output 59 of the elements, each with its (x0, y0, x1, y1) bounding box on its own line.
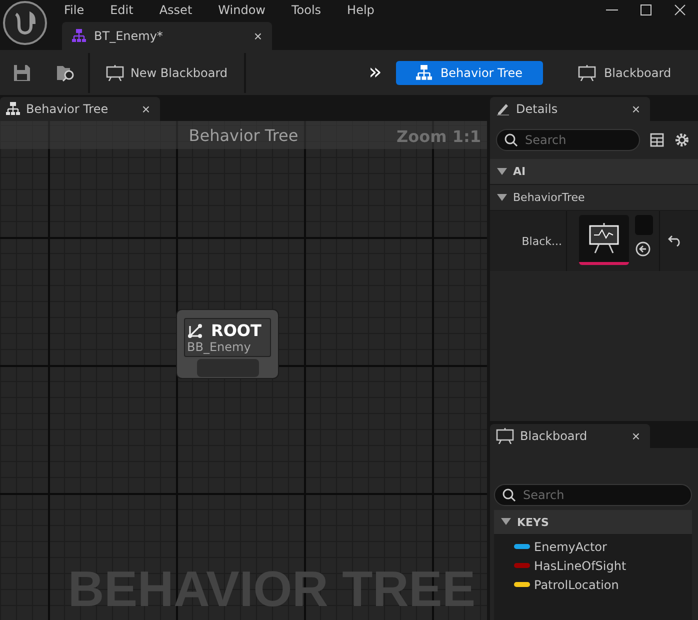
blackboard-search-field[interactable]: Search (494, 484, 692, 506)
close-tab-button[interactable]: × (632, 101, 640, 117)
reset-arrow-icon[interactable] (668, 235, 682, 247)
panel-tab-title[interactable]: Details (516, 102, 558, 116)
panel-tab-title[interactable]: Blackboard (520, 429, 588, 443)
key-name[interactable]: HasLineOfSight (534, 558, 626, 572)
tree-icon (416, 64, 432, 80)
overflow-button[interactable]: » (362, 50, 388, 95)
maximize-icon[interactable] (640, 4, 652, 16)
document-tab-title[interactable]: BT_Enemy* (94, 29, 163, 43)
folder-search-icon (56, 64, 76, 82)
zoom-label: Zoom 1:1 (396, 127, 481, 146)
settings-icon[interactable] (674, 132, 690, 148)
chart-board-icon (587, 222, 621, 254)
expand-arrow-icon (501, 518, 511, 526)
mode-tab[interactable]: Behavior Tree (396, 60, 543, 84)
tree-icon (72, 29, 86, 43)
node-output-slot[interactable] (196, 359, 258, 377)
menu-item[interactable]: Tools (275, 3, 332, 17)
easel-icon (496, 428, 514, 444)
close-tab-button[interactable]: × (142, 101, 150, 117)
graph-canvas[interactable]: Behavior Tree Zoom 1:1 ROOT BB_Enemy BEHAVIOR TREE (0, 121, 487, 620)
menu-item[interactable]: Asset (143, 3, 202, 17)
save-icon (13, 64, 31, 82)
menu-item[interactable]: Help (331, 3, 384, 17)
graph-watermark: BEHAVIOR TREE (68, 560, 476, 618)
graph-title: Behavior Tree (188, 126, 298, 144)
keys-section-header[interactable]: KEYS (494, 510, 692, 535)
easel-icon (578, 64, 596, 80)
mode-tab[interactable]: Blackboard (551, 60, 698, 84)
property-name: Black... (506, 211, 567, 271)
menu-item[interactable]: Window (202, 3, 276, 17)
asset-thumbnail[interactable] (579, 215, 629, 265)
new-blackboard-button[interactable]: New Blackboard (90, 50, 244, 95)
close-tab-button[interactable]: × (632, 428, 640, 444)
pencil-icon (496, 102, 510, 116)
expand-arrow-icon (497, 194, 507, 202)
search-icon (502, 488, 516, 502)
search-icon (504, 133, 518, 147)
root-node[interactable]: ROOT BB_Enemy (176, 309, 279, 379)
key-name[interactable]: PatrolLocation (534, 578, 619, 592)
details-search-field[interactable]: Search (496, 129, 640, 151)
expand-arrow-icon (497, 168, 507, 176)
node-subtitle: BB_Enemy (187, 340, 252, 354)
table-icon[interactable] (650, 133, 664, 147)
easel-icon (106, 64, 124, 80)
menu-item[interactable]: File (48, 3, 94, 17)
close-icon[interactable] (674, 4, 686, 16)
logo-icon[interactable] (2, 0, 48, 46)
arrow-left-circle-icon[interactable] (635, 241, 651, 257)
branch-icon (187, 322, 203, 338)
panel-tab-title[interactable]: Behavior Tree (26, 102, 108, 116)
category-header[interactable]: AI (490, 159, 698, 185)
category-header[interactable]: BehaviorTree (490, 185, 698, 211)
close-tab-button[interactable]: × (254, 28, 262, 44)
key-name[interactable]: EnemyActor (534, 540, 607, 554)
node-title: ROOT (211, 321, 262, 340)
menu-item[interactable]: Edit (94, 3, 144, 17)
tree-icon (6, 102, 20, 116)
